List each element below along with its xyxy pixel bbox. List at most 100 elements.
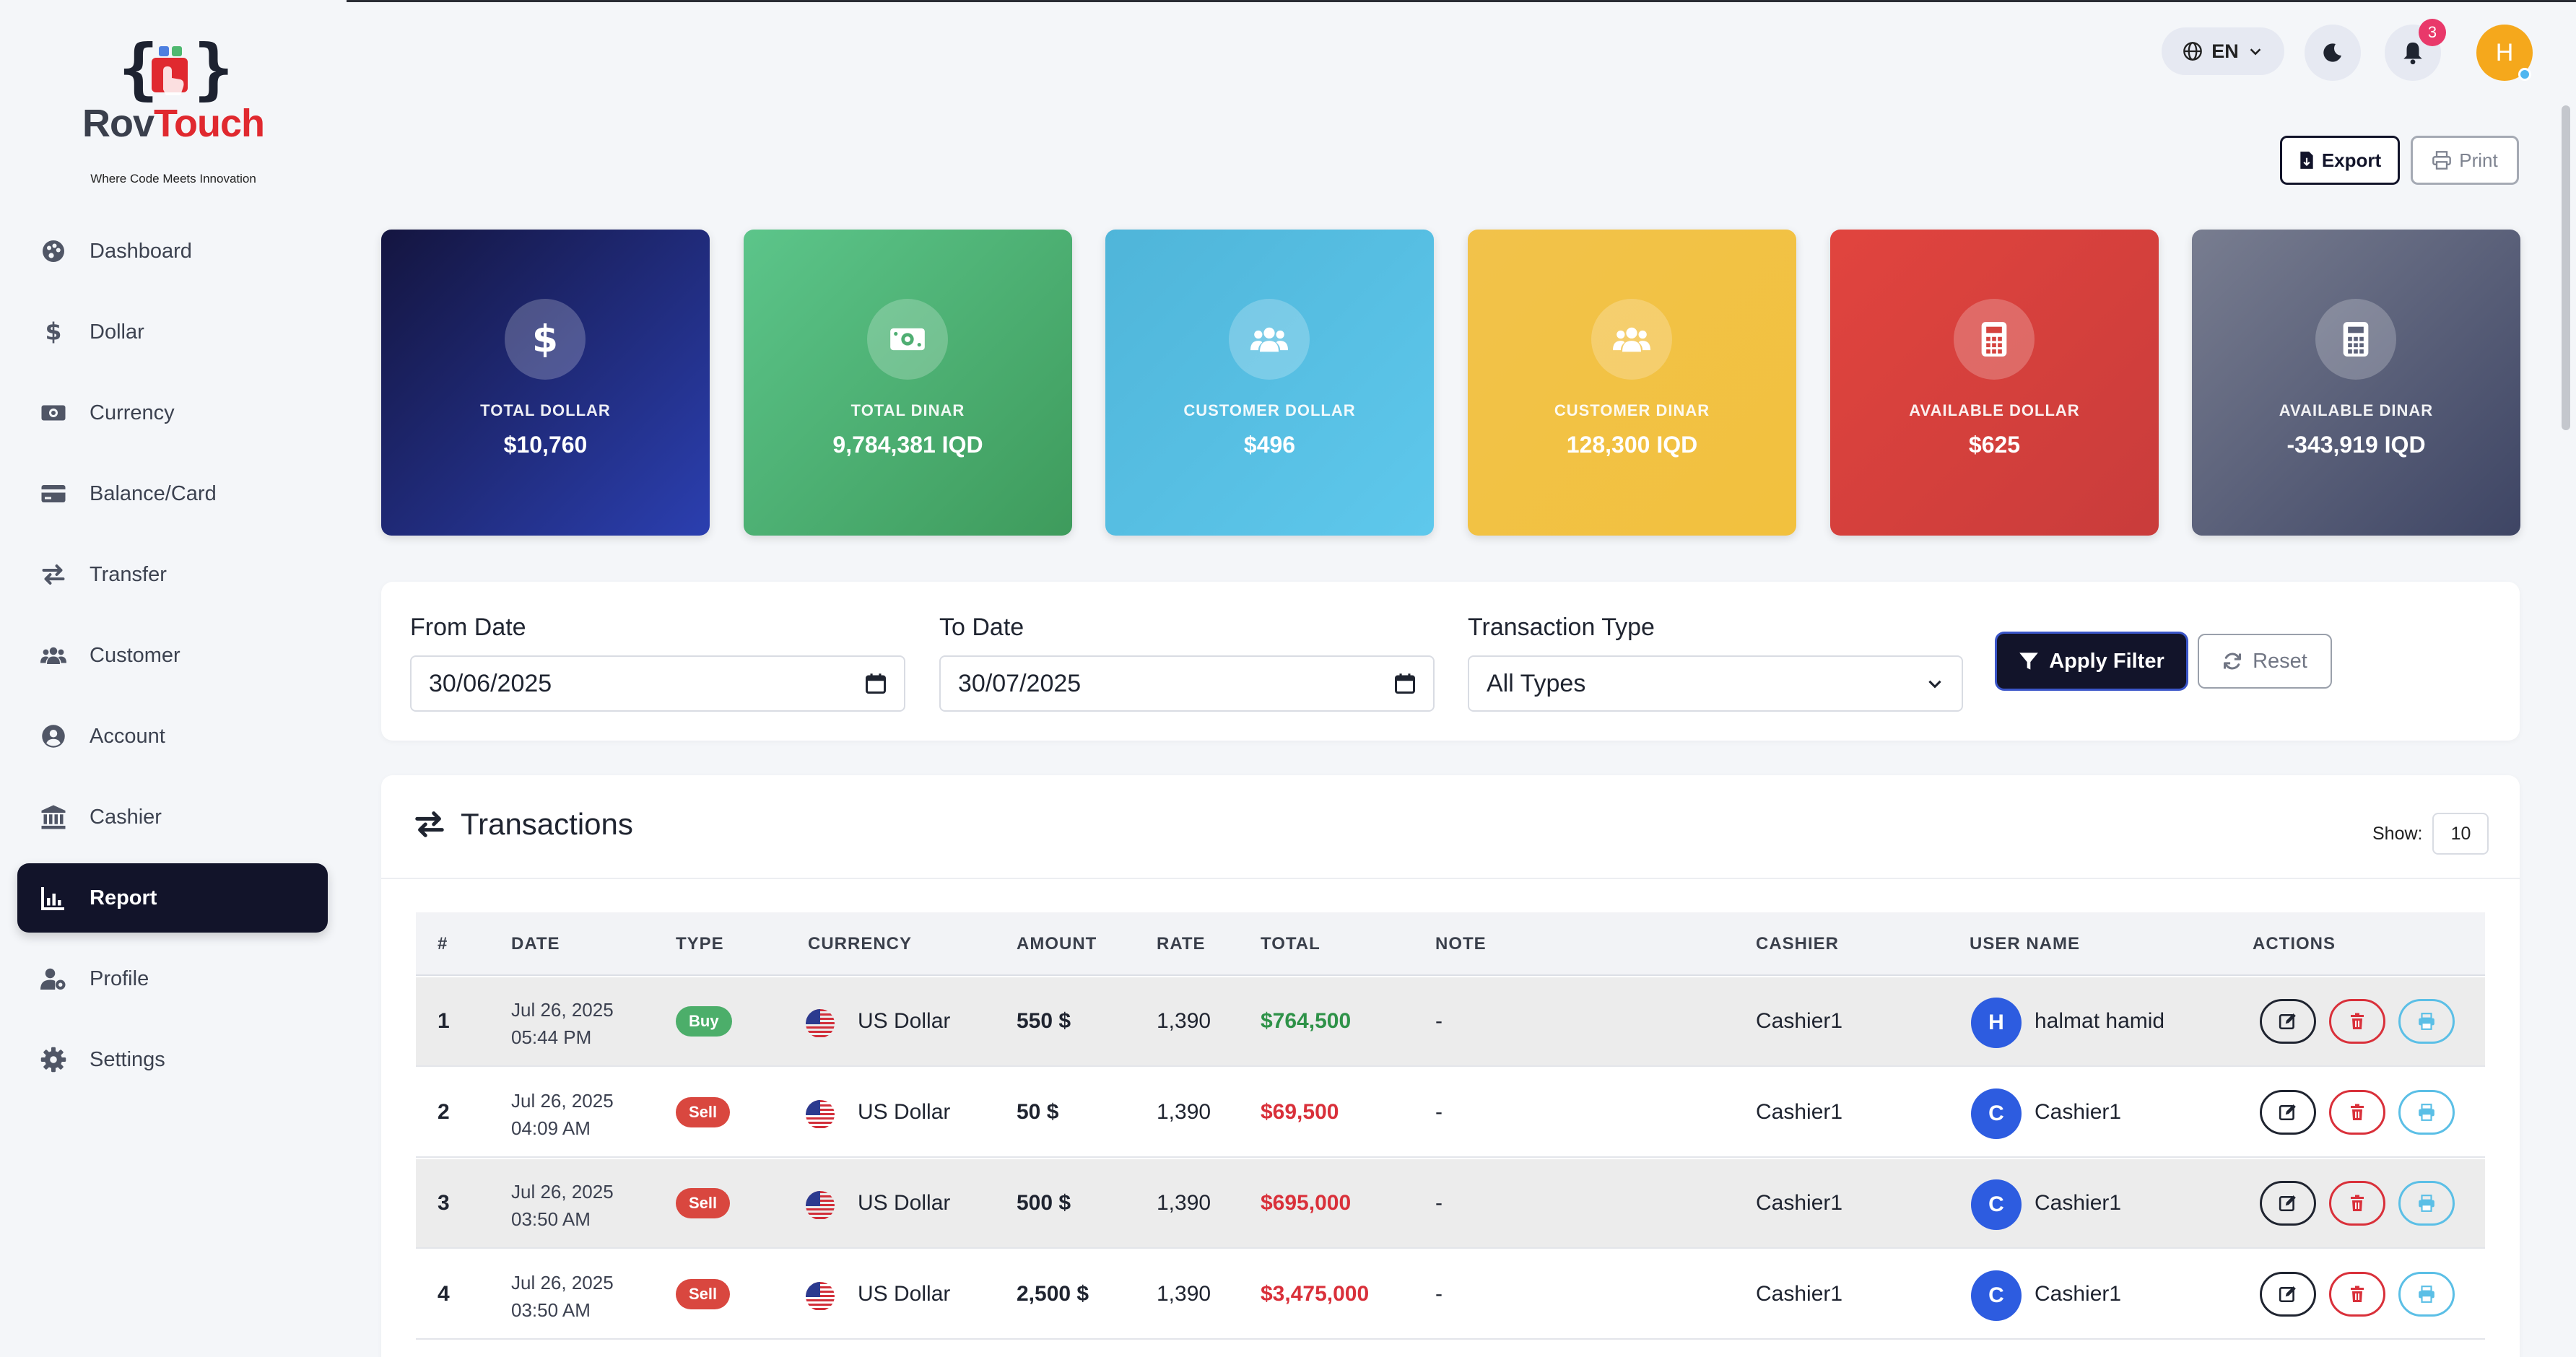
column-header-rate: RATE — [1157, 934, 1206, 954]
app-root: { } RovTouch Where Code Meets Innovation… — [0, 0, 2576, 1357]
edit-button[interactable] — [2260, 1090, 2316, 1135]
printer-icon — [2432, 151, 2452, 170]
table-row[interactable]: 3 Jul 26, 2025 03:50 AM Sell US Dollar 500 $ 1… — [416, 1159, 2485, 1249]
from-date-input[interactable]: 30/06/2025 — [410, 655, 905, 712]
edit-icon — [2279, 1194, 2297, 1213]
delete-button[interactable] — [2329, 999, 2385, 1044]
card-icon — [17, 481, 90, 507]
transactions-title: Transactions — [413, 807, 633, 842]
row-total: $69,500 — [1261, 1100, 1339, 1124]
print-label: Print — [2459, 149, 2498, 171]
sidebar-item-account[interactable]: Account — [17, 702, 328, 771]
sidebar-item-currency[interactable]: Currency — [17, 378, 328, 448]
row-rate: 1,390 — [1157, 1191, 1211, 1215]
trash-icon — [2349, 1285, 2366, 1304]
page-size-select[interactable]: 10 — [2432, 813, 2489, 855]
row-total: $3,475,000 — [1261, 1282, 1370, 1306]
delete-button[interactable] — [2329, 1090, 2385, 1135]
stat-label: CUSTOMER DINAR — [1554, 401, 1710, 419]
dark-mode-toggle[interactable] — [2305, 25, 2361, 81]
apply-filter-button[interactable]: Apply Filter — [1997, 634, 2186, 689]
sidebar-item-balance-card[interactable]: Balance/Card — [17, 459, 328, 528]
print-row-button[interactable] — [2398, 1090, 2455, 1135]
column-header-note: NOTE — [1435, 934, 1487, 954]
edit-button[interactable] — [2260, 999, 2316, 1044]
filter-icon — [2019, 653, 2039, 670]
row-note: - — [1435, 1191, 1443, 1215]
row-date-day: Jul 26, 2025 — [511, 1090, 614, 1112]
sidebar-item-settings[interactable]: Settings — [17, 1025, 328, 1094]
print-button[interactable]: Print — [2411, 136, 2519, 185]
column-header-actions: ACTIONS — [2253, 934, 2336, 954]
window-top-border — [0, 0, 2576, 2]
row-user-name: halmat hamid — [2035, 1009, 2165, 1033]
user-avatar: C — [1971, 1270, 2022, 1321]
sidebar-item-dashboard[interactable]: Dashboard — [17, 217, 328, 286]
brand-tagline: Where Code Meets Innovation — [90, 172, 256, 186]
print-row-button[interactable] — [2398, 1181, 2455, 1226]
row-number: 2 — [438, 1100, 450, 1124]
palette-icon — [17, 238, 90, 264]
users-icon — [1591, 299, 1672, 380]
user-avatar: C — [1971, 1179, 2022, 1230]
sidebar-item-transfer[interactable]: Transfer — [17, 540, 328, 609]
brand-logo[interactable]: { } RovTouch Where Code Meets Innovation — [72, 30, 274, 186]
dollar-icon: $ — [17, 319, 90, 345]
language-selector[interactable]: EN — [2162, 27, 2284, 75]
online-status-dot — [2518, 68, 2531, 81]
table-row[interactable]: 2 Jul 26, 2025 04:09 AM Sell US Dollar 50 $ 1,… — [416, 1068, 2485, 1158]
row-date: Jul 26, 2025 03:50 AM — [511, 1178, 614, 1233]
sidebar-item-customer[interactable]: Customer — [17, 621, 328, 690]
sidebar-item-label: Cashier — [90, 805, 162, 829]
sidebar-item-label: Balance/Card — [90, 481, 217, 505]
print-row-button[interactable] — [2398, 1272, 2455, 1317]
us-flag-icon — [806, 1100, 835, 1129]
chart-icon — [17, 885, 90, 911]
transaction-type-select[interactable]: All Types — [1468, 655, 1963, 712]
calendar-icon[interactable] — [1394, 673, 1416, 694]
edit-icon — [2279, 1285, 2297, 1304]
calendar-icon[interactable] — [865, 673, 887, 694]
from-date-value: 30/06/2025 — [429, 669, 552, 697]
row-rate: 1,390 — [1157, 1100, 1211, 1124]
type-badge: Sell — [676, 1188, 731, 1218]
row-note: - — [1435, 1282, 1443, 1306]
row-date-day: Jul 26, 2025 — [511, 1181, 614, 1203]
edit-button[interactable] — [2260, 1181, 2316, 1226]
column-header-cashier: CASHIER — [1756, 934, 1840, 954]
to-date-input[interactable]: 30/07/2025 — [939, 655, 1435, 712]
row-cashier: Cashier1 — [1756, 1100, 1843, 1124]
svg-text:$: $ — [532, 320, 558, 358]
stat-card-customer-dinar: CUSTOMER DINAR 128,300 IQD — [1468, 230, 1796, 536]
export-button[interactable]: Export — [2280, 136, 2400, 185]
print-row-button[interactable] — [2398, 999, 2455, 1044]
moon-icon — [2323, 43, 2341, 62]
table-row[interactable]: 1 Jul 26, 2025 05:44 PM Buy US Dollar 550 $ 1,… — [416, 977, 2485, 1067]
row-note: - — [1435, 1009, 1443, 1033]
row-date-time: 04:09 AM — [511, 1117, 591, 1139]
trash-icon — [2349, 1012, 2366, 1031]
globe-icon — [2183, 42, 2203, 61]
stat-value: $625 — [1968, 432, 2021, 458]
delete-button[interactable] — [2329, 1181, 2385, 1226]
calculator-icon — [2315, 299, 2396, 380]
edit-button[interactable] — [2260, 1272, 2316, 1317]
type-badge: Sell — [676, 1279, 731, 1309]
row-user-name: Cashier1 — [2035, 1282, 2122, 1306]
trash-icon — [2349, 1194, 2366, 1213]
sidebar-item-profile[interactable]: Profile — [17, 944, 328, 1013]
page-scrollbar[interactable] — [2562, 105, 2570, 430]
stat-value: $10,760 — [503, 432, 588, 458]
sidebar-item-report[interactable]: Report — [17, 863, 328, 933]
delete-button[interactable] — [2329, 1272, 2385, 1317]
transaction-type-label: Transaction Type — [1468, 614, 1655, 641]
stat-label: AVAILABLE DINAR — [2279, 401, 2434, 419]
table-row[interactable]: 4 Jul 26, 2025 03:50 AM Sell US Dollar 2,500 … — [416, 1250, 2485, 1340]
us-flag-icon — [806, 1282, 835, 1311]
row-currency: US Dollar — [858, 1009, 951, 1033]
sidebar-item-dollar[interactable]: $ Dollar — [17, 297, 328, 367]
table-header: # DATE TYPE CURRENCY AMOUNT RATE TOTAL N… — [416, 912, 2485, 976]
reset-button[interactable]: Reset — [2198, 634, 2332, 689]
sidebar-item-cashier[interactable]: Cashier — [17, 782, 328, 852]
filter-panel: From Date 30/06/2025 To Date 30/07/2025 … — [381, 582, 2520, 741]
